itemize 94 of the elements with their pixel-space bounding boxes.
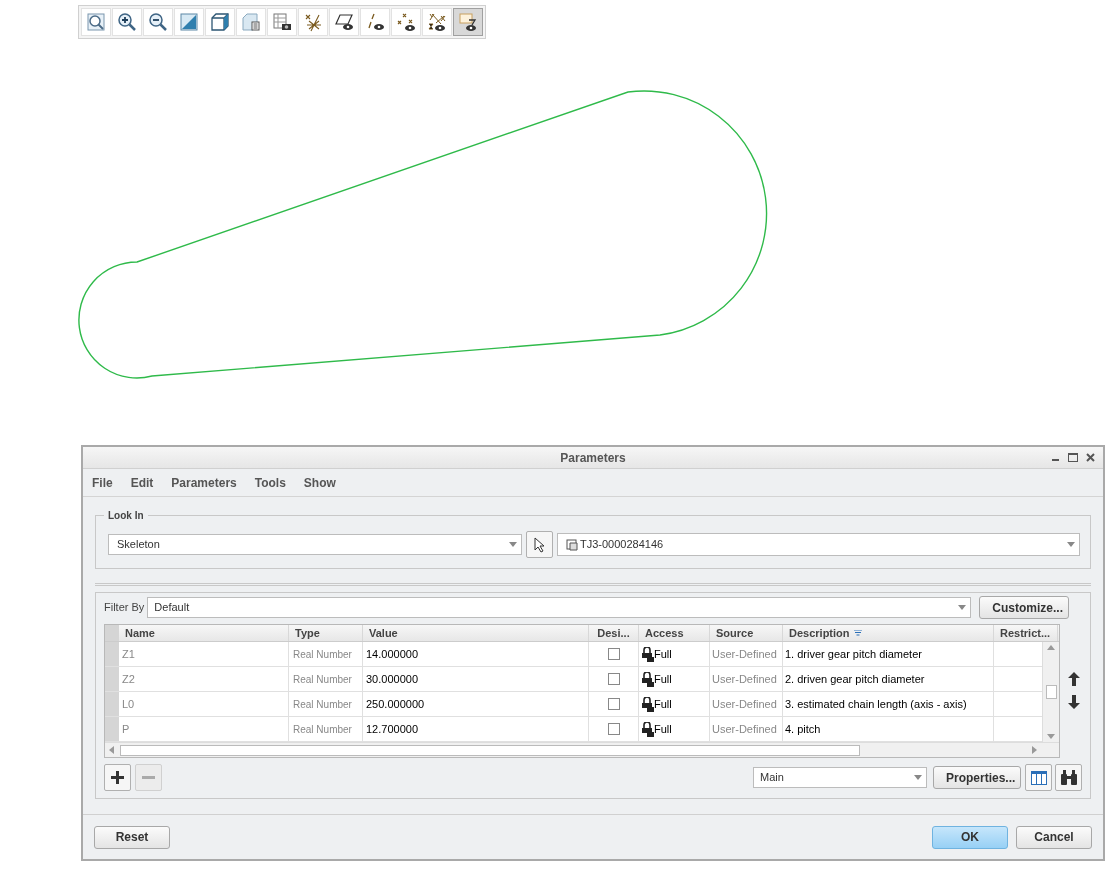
column-header[interactable]: Access	[645, 624, 684, 642]
table-cell: 250.000000	[363, 692, 589, 716]
plane-eye-icon	[334, 12, 354, 32]
table-cell: 4. pitch	[783, 717, 994, 741]
scroll-thumb[interactable]	[1045, 685, 1057, 699]
table-cell-text: Full	[654, 671, 672, 687]
designate-checkbox[interactable]	[607, 698, 620, 710]
designate-checkbox[interactable]	[607, 723, 620, 735]
zoom-in-icon	[117, 12, 137, 32]
filter-label: Filter By	[104, 600, 145, 616]
context-dropdown[interactable]: Skeleton	[108, 534, 522, 555]
table-cell: 2. driven gear pitch diameter	[783, 667, 994, 691]
menu-item[interactable]: Show	[303, 473, 336, 492]
table-cell: Real Number	[289, 692, 363, 716]
move-up-icon[interactable]	[1068, 672, 1080, 686]
table-cell: 12.700000	[363, 717, 589, 741]
pointer-icon	[533, 536, 546, 553]
zoom-icon	[86, 12, 106, 32]
table-cell: Real Number	[289, 642, 363, 666]
maximize-icon[interactable]	[1068, 453, 1078, 462]
filter-icon	[853, 629, 862, 637]
plus-icon	[111, 771, 124, 784]
filter-dropdown[interactable]: Default	[147, 597, 972, 618]
table-cell-text: Full	[654, 646, 672, 662]
table-cell: Z2	[119, 667, 289, 691]
table-cell-text: Full	[654, 696, 672, 712]
table-cell: User-Defined	[710, 692, 783, 716]
table-cell: User-Defined	[710, 717, 783, 741]
find-button[interactable]	[1055, 764, 1082, 791]
table-cell: Z1	[119, 642, 289, 666]
scope-dropdown[interactable]: Main	[753, 767, 927, 788]
caret-icon	[914, 775, 922, 780]
shaded-plane-icon	[179, 12, 199, 32]
lock-icon	[642, 696, 654, 712]
vertical-scrollbar[interactable]	[1042, 642, 1059, 742]
annotation-eye-icon	[458, 12, 478, 32]
table-cell: 14.000000	[363, 642, 589, 666]
column-header[interactable]: Value	[369, 624, 398, 642]
table-cell: 30.000000	[363, 667, 589, 691]
datum-display-icon	[303, 12, 323, 32]
horizontal-scrollbar[interactable]	[105, 742, 1059, 757]
designate-checkbox[interactable]	[607, 673, 620, 685]
table-cell: Real Number	[289, 667, 363, 691]
part-icon	[566, 538, 578, 551]
cancel-button[interactable]: Cancel	[1016, 825, 1092, 849]
caret-icon	[958, 605, 967, 610]
caret-icon	[1067, 542, 1075, 547]
columns-icon	[1030, 770, 1047, 785]
caret-icon	[509, 542, 517, 547]
scroll-thumb[interactable]	[120, 744, 860, 756]
table-cell: User-Defined	[710, 642, 783, 666]
table-cell: 1. driver gear pitch diameter	[783, 642, 994, 666]
binoculars-icon	[1059, 769, 1078, 786]
table-cell: User-Defined	[710, 667, 783, 691]
properties-button[interactable]: Properties...	[933, 766, 1021, 789]
cube-icon	[210, 12, 230, 32]
toolbar-button[interactable]	[453, 8, 483, 36]
window-title: Parameters	[560, 449, 626, 467]
column-header[interactable]: Name	[125, 624, 155, 642]
axis-eye-icon	[365, 12, 385, 32]
lock-icon	[642, 671, 654, 687]
table-camera-icon	[272, 12, 292, 32]
menu-item[interactable]: Tools	[254, 473, 286, 492]
table-cell: L0	[119, 692, 289, 716]
menu-item[interactable]: Parameters	[171, 473, 237, 492]
zoom-out-icon	[148, 12, 168, 32]
columns-button[interactable]	[1025, 764, 1052, 791]
table-cell: Real Number	[289, 717, 363, 741]
table-cell: 3. estimated chain length (axis - axis)	[783, 692, 994, 716]
table-cell-text: Full	[654, 721, 672, 737]
column-header[interactable]: Source	[716, 624, 754, 642]
ok-button[interactable]: OK	[932, 825, 1008, 849]
select-button[interactable]	[526, 531, 553, 558]
column-header[interactable]: Type	[295, 624, 320, 642]
layer-sheet-icon	[241, 12, 261, 32]
column-header[interactable]: Desi...	[597, 624, 630, 642]
point-eye-icon	[396, 12, 416, 32]
menu-item[interactable]: Edit	[130, 473, 154, 492]
lock-icon	[642, 646, 654, 662]
table-cell: P	[119, 717, 289, 741]
column-header[interactable]: Restrict...	[1000, 624, 1051, 642]
model-dropdown[interactable]: TJ3-0000284146	[557, 533, 1080, 556]
reset-button[interactable]: Reset	[94, 825, 170, 849]
designate-checkbox[interactable]	[607, 648, 620, 660]
menu-item[interactable]: File	[92, 473, 113, 492]
move-down-icon[interactable]	[1068, 695, 1080, 709]
column-header[interactable]: Description	[789, 624, 850, 642]
minus-icon	[142, 776, 155, 779]
model-name: TJ3-0000284146	[580, 537, 664, 553]
csys-eye-icon	[427, 12, 447, 32]
close-icon[interactable]	[1086, 453, 1095, 462]
add-button[interactable]	[104, 764, 131, 791]
lock-icon	[642, 721, 654, 737]
customize-button[interactable]: Customize...	[979, 596, 1070, 619]
